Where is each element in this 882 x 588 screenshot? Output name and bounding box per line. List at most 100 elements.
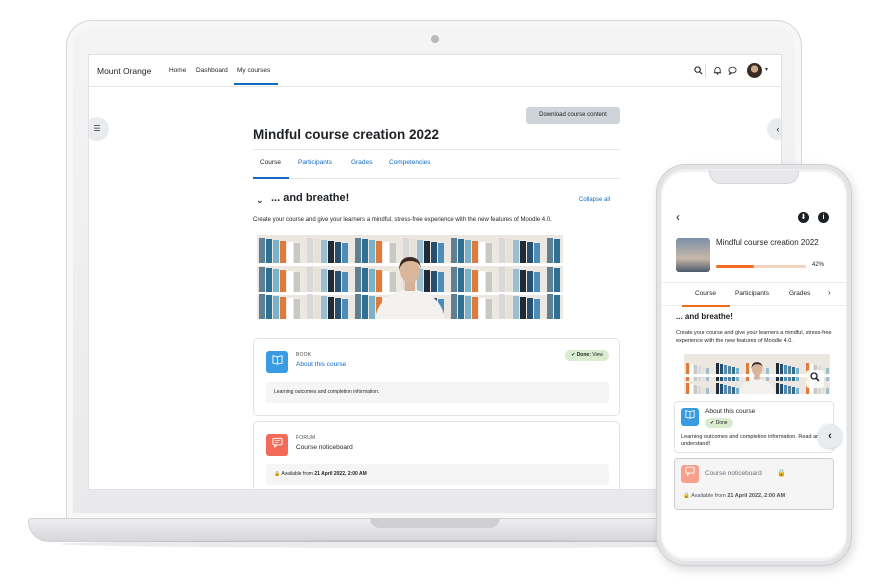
binder — [506, 295, 512, 319]
phone-course-tabs: Course Participants Grades › — [662, 282, 846, 307]
binder — [690, 384, 693, 394]
chat-icon[interactable] — [727, 66, 737, 76]
page-title: Mindful course creation 2022 — [253, 127, 440, 142]
user-avatar[interactable] — [747, 63, 762, 78]
binder — [328, 297, 334, 319]
collapse-all-link[interactable]: Collapse all — [579, 197, 610, 203]
binder — [294, 243, 300, 263]
search-icon[interactable] — [693, 66, 703, 76]
binder — [259, 294, 265, 319]
nav-link-my-courses[interactable]: My courses — [237, 67, 270, 74]
tab-participants[interactable]: Participants — [298, 159, 332, 166]
site-brand[interactable]: Mount Orange — [97, 66, 151, 76]
phone-activity-description: Learning outcomes and completion informa… — [681, 434, 823, 447]
chevron-down-icon[interactable]: ▾ — [765, 66, 768, 73]
nav-link-home[interactable]: Home — [169, 67, 186, 74]
activity-link-about-this-course[interactable]: About this course — [296, 361, 346, 368]
binder — [472, 270, 478, 292]
section-summary: Create your course and give your learner… — [253, 217, 552, 223]
binder — [724, 385, 727, 394]
back-arrow-icon[interactable]: ‹ — [676, 210, 680, 224]
binder — [499, 294, 505, 319]
binder — [520, 241, 526, 263]
binder — [280, 270, 286, 292]
activity-card-forum[interactable]: FORUM Course noticeboard 🔒 Available fro… — [253, 421, 620, 489]
binder — [513, 296, 519, 319]
binder — [547, 294, 553, 319]
binder — [784, 385, 787, 394]
binder — [520, 297, 526, 319]
phone-tab-participants[interactable]: Participants — [735, 290, 769, 297]
binder — [527, 271, 533, 292]
nav-link-dashboard[interactable]: Dashboard — [196, 67, 228, 74]
binder — [547, 238, 553, 263]
binder — [335, 271, 341, 292]
course-tabs: Course Participants Grades Competencies — [253, 149, 620, 179]
binder — [287, 298, 293, 319]
binder — [294, 272, 300, 292]
binder — [314, 239, 320, 263]
chevron-right-icon[interactable]: › — [828, 288, 831, 297]
activity-type: FORUM — [296, 435, 316, 441]
binder — [826, 388, 829, 394]
phone-activity-book[interactable]: About this course ✔ Done Learning outcom… — [674, 401, 834, 453]
binder — [479, 298, 485, 319]
binder — [307, 267, 313, 292]
binder — [362, 239, 368, 263]
book-icon — [681, 408, 699, 426]
binder — [499, 267, 505, 292]
binder — [465, 296, 471, 319]
bell-icon[interactable] — [712, 66, 722, 76]
completion-view-label: View — [590, 352, 603, 358]
phone-activity-name[interactable]: About this course — [705, 408, 755, 415]
course-index-toggle[interactable]: ☰ — [89, 117, 109, 141]
forum-icon — [266, 434, 288, 456]
tab-course[interactable]: Course — [260, 159, 281, 166]
course-progress-bar — [716, 265, 806, 268]
course-thumbnail — [676, 238, 710, 272]
course-progress-fill — [716, 265, 754, 268]
binder — [273, 240, 279, 263]
phone-done-label: Done — [715, 420, 728, 426]
phone-forum-name[interactable]: Course noticeboard — [705, 470, 762, 477]
binder — [328, 241, 334, 263]
binder — [266, 295, 272, 319]
download-icon[interactable]: ⬇ — [798, 212, 809, 223]
binder — [788, 386, 791, 394]
binder — [527, 298, 533, 319]
binder — [465, 240, 471, 263]
phone-tab-course[interactable]: Course — [695, 290, 716, 297]
phone-availability: 🔒 Available from 21 April 2022, 2:00 AM — [683, 493, 785, 499]
activity-card-book[interactable]: BOOK About this course ✔ Done: View Lear… — [253, 338, 620, 416]
info-icon[interactable]: i — [818, 212, 829, 223]
tab-competencies[interactable]: Competencies — [389, 159, 431, 166]
phone-drawer-toggle[interactable]: ‹ — [818, 424, 842, 448]
phone-completion-badge[interactable]: ✔ Done — [705, 418, 733, 428]
block-drawer-toggle[interactable]: ‹ — [767, 118, 781, 140]
activity-type: BOOK — [296, 352, 312, 358]
lock-icon: 🔒 — [777, 470, 786, 477]
download-course-content-button[interactable]: Download course content — [526, 107, 620, 124]
binder — [355, 238, 361, 263]
activity-description: Learning outcomes and completion informa… — [266, 382, 609, 403]
binder — [314, 295, 320, 319]
zoom-icon[interactable] — [806, 370, 824, 388]
binder — [527, 242, 533, 263]
completion-badge[interactable]: ✔ Done: View — [565, 350, 609, 361]
section-banner-image — [257, 235, 563, 319]
phone-tab-grades[interactable]: Grades — [789, 290, 810, 297]
binder — [362, 268, 368, 292]
activity-name-course-noticeboard[interactable]: Course noticeboard — [296, 444, 353, 451]
chevron-down-icon[interactable]: ⌄ — [256, 195, 264, 206]
phone-section-title: ... and breathe! — [676, 312, 733, 321]
binder — [465, 269, 471, 292]
binder — [554, 239, 560, 263]
lock-icon: 🔒 — [683, 493, 692, 499]
binder — [534, 243, 540, 263]
phone-section-summary: Create your course and give your learner… — [676, 330, 832, 344]
binder — [706, 388, 709, 394]
phone-course-title: Mindful course creation 2022 — [716, 238, 819, 247]
tab-grades[interactable]: Grades — [351, 159, 372, 166]
binder — [342, 243, 348, 263]
phone-activity-forum[interactable]: Course noticeboard 🔒 🔒 Available from 21… — [674, 458, 834, 510]
